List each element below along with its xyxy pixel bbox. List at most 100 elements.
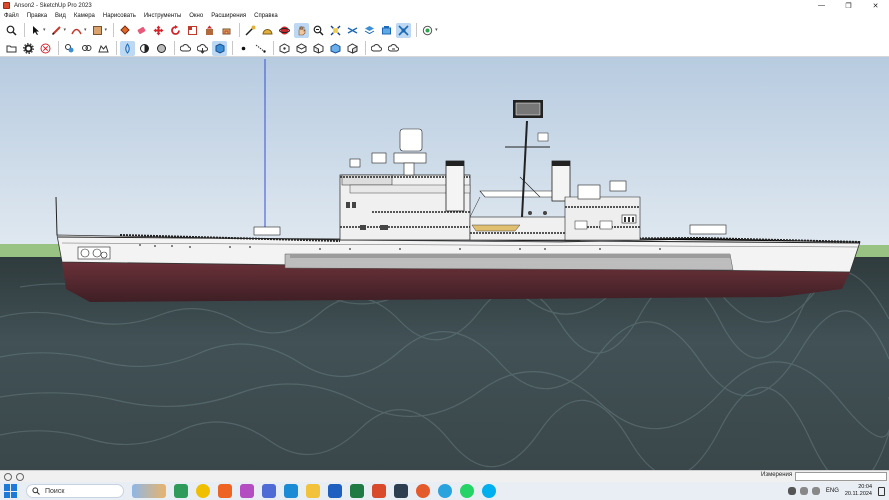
network-icon[interactable]	[799, 487, 808, 495]
toolbar-separator	[232, 41, 233, 55]
arc-icon[interactable]	[69, 23, 84, 38]
tape-icon[interactable]	[243, 23, 258, 38]
menu-extensions[interactable]: Расширения	[211, 13, 246, 19]
menu-view[interactable]: Вид	[55, 13, 66, 19]
notifications-icon[interactable]	[878, 486, 885, 496]
menu-bar: Файл Правка Вид Камера Нарисовать Инстру…	[0, 11, 889, 20]
chrome-app-icon[interactable]	[196, 484, 210, 498]
taskbar-search[interactable]: Поиск	[26, 484, 124, 498]
close-button[interactable]: ✕	[862, 0, 889, 11]
x-ray-icon[interactable]	[345, 23, 360, 38]
download-icon[interactable]	[195, 41, 210, 56]
menu-draw[interactable]: Нарисовать	[103, 13, 136, 19]
skype-app-icon[interactable]	[482, 484, 496, 498]
section-plane-icon[interactable]	[328, 23, 343, 38]
chevron-down-icon[interactable]: ▾	[43, 27, 46, 33]
scale-icon[interactable]	[185, 23, 200, 38]
upload-icon[interactable]	[178, 41, 193, 56]
spotify-app-icon[interactable]	[174, 484, 188, 498]
brave-app-icon[interactable]	[218, 484, 232, 498]
warehouse-icon[interactable]	[96, 41, 111, 56]
word-app-icon[interactable]	[328, 484, 342, 498]
paint-bucket-icon[interactable]	[117, 23, 132, 38]
maximize-button[interactable]: ❐	[835, 0, 862, 11]
menu-tools[interactable]: Инструменты	[144, 13, 181, 19]
monochrome-icon[interactable]	[154, 41, 169, 56]
chevron-down-icon[interactable]: ▾	[84, 27, 87, 33]
eraser-icon[interactable]	[134, 23, 149, 38]
front-view-icon[interactable]	[311, 41, 326, 56]
rotate-icon[interactable]	[168, 23, 183, 38]
windows-start-icon[interactable]	[4, 484, 18, 498]
orbit-icon[interactable]	[277, 23, 292, 38]
back-view-icon[interactable]	[345, 41, 360, 56]
model-viewport[interactable]	[0, 57, 889, 470]
toolbar-separator	[416, 23, 418, 37]
pencil-line-icon[interactable]	[49, 23, 64, 38]
outlook-app-icon[interactable]	[284, 484, 298, 498]
whatsapp-app-icon[interactable]	[460, 484, 474, 498]
volume-icon[interactable]	[811, 487, 820, 495]
offset-icon[interactable]	[219, 23, 234, 38]
clock-time: 20:04	[858, 484, 872, 490]
point-icon[interactable]	[236, 41, 251, 56]
tags-icon[interactable]	[379, 23, 394, 38]
file-explorer-icon[interactable]	[306, 484, 320, 498]
open-folder-icon[interactable]	[4, 41, 19, 56]
geo-status-icon[interactable]	[16, 472, 24, 481]
cloud-sync-icon[interactable]	[386, 41, 401, 56]
select-arrow-icon[interactable]	[28, 23, 43, 38]
shaded-icon[interactable]	[137, 41, 152, 56]
weather-widget-icon[interactable]	[132, 484, 166, 498]
zoom-icon[interactable]	[4, 23, 19, 38]
telegram-app-icon[interactable]	[438, 484, 452, 498]
title-bar: Anson2 - SketchUp Pro 2023 — ❐ ✕	[0, 0, 889, 11]
taskbar: Поиск ENG 20:04 20.11.2024	[0, 482, 889, 500]
chevron-down-icon[interactable]: ▾	[64, 27, 67, 33]
move-icon[interactable]	[151, 23, 166, 38]
chevron-down-icon[interactable]: ▾	[105, 27, 108, 33]
cancel-icon[interactable]	[38, 41, 53, 56]
components-icon[interactable]	[62, 41, 77, 56]
iso-view-icon[interactable]	[277, 41, 292, 56]
chevron-down-icon[interactable]: ▾	[435, 27, 438, 33]
app-icon[interactable]	[262, 484, 276, 498]
materials-icon[interactable]	[79, 41, 94, 56]
minimize-button[interactable]: —	[808, 0, 835, 11]
pushpull-icon[interactable]	[202, 23, 217, 38]
tray-chevron-icon[interactable]	[787, 487, 796, 495]
app-icon[interactable]	[394, 484, 408, 498]
menu-camera[interactable]: Камера	[74, 13, 95, 19]
geo-location-icon[interactable]	[420, 23, 435, 38]
top-view-icon[interactable]	[294, 41, 309, 56]
pan-icon[interactable]	[294, 22, 310, 38]
clock[interactable]: 20:04 20.11.2024	[845, 484, 872, 498]
toolbar-separator	[113, 23, 115, 37]
zoom-extents-icon[interactable]	[311, 23, 326, 38]
window-controls: — ❐ ✕	[808, 0, 889, 11]
measurements-input[interactable]	[795, 472, 887, 481]
styles-icon[interactable]	[396, 22, 412, 38]
toolbar-separator	[365, 41, 366, 55]
menu-edit[interactable]: Правка	[27, 13, 47, 19]
menu-file[interactable]: Файл	[4, 13, 19, 19]
extension-icon[interactable]	[212, 40, 227, 56]
settings-gear-icon[interactable]	[21, 41, 36, 56]
secondary-toolbar	[0, 40, 889, 57]
excel-app-icon[interactable]	[350, 484, 364, 498]
sketchup-logo-icon	[3, 2, 10, 9]
menu-help[interactable]: Справка	[254, 13, 278, 19]
right-view-icon[interactable]	[328, 41, 343, 56]
info-icon[interactable]	[4, 472, 12, 481]
cloud-upload-icon[interactable]	[369, 41, 384, 56]
menu-window[interactable]: Окно	[189, 13, 203, 19]
photos-app-icon[interactable]	[240, 484, 254, 498]
firefox-app-icon[interactable]	[416, 484, 430, 498]
sketchup-taskbar-icon[interactable]	[372, 484, 386, 498]
layers-icon[interactable]	[362, 23, 377, 38]
protractor-icon[interactable]	[260, 23, 275, 38]
dimension-icon[interactable]	[253, 41, 268, 56]
hidden-line-icon[interactable]	[120, 40, 135, 56]
language-indicator[interactable]: ENG	[826, 488, 839, 494]
shape-rect-icon[interactable]	[90, 23, 105, 38]
